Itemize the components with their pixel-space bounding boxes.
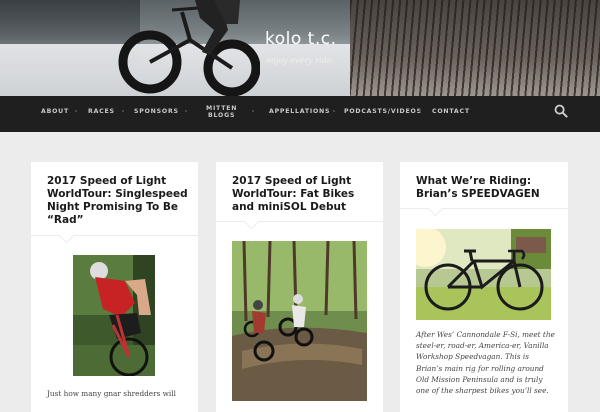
post-title[interactable]: What We’re Riding: Brian’s SPEEDVAGEN	[416, 175, 540, 201]
fat-bike-riders-image[interactable]	[232, 241, 367, 401]
site-header: kolo t.c. enjoy every ride.	[0, 0, 600, 96]
nav-item-contact[interactable]: CONTACT	[432, 108, 470, 115]
speedvagen-bike-image[interactable]	[416, 229, 551, 320]
post-card: 2017 Speed of Light WorldTour: Fat Bikes…	[216, 162, 383, 412]
nav-separator	[333, 110, 335, 112]
search-icon[interactable]	[554, 104, 568, 118]
nav-item-label: BLOGS	[208, 112, 236, 119]
nav-item-label: MITTEN	[206, 105, 238, 112]
nav-item-label: APPELLATIONS	[269, 108, 331, 115]
nav-separator	[185, 110, 187, 112]
post-title[interactable]: 2017 Speed of Light WorldTour: Fat Bikes…	[232, 175, 354, 214]
nav-item-label: ABOUT	[41, 108, 70, 115]
nav-item-label: SPONSORS	[134, 108, 179, 115]
nav-item-podcasts-videos[interactable]: PODCASTS/VIDEOS	[344, 108, 422, 115]
site-title[interactable]: kolo t.c.	[265, 29, 337, 49]
post-title[interactable]: 2017 Speed of Light WorldTour: Singlespe…	[47, 175, 188, 227]
nav-item-mitten-blogs[interactable]: MITTEN BLOGS	[206, 105, 237, 119]
post-excerpt: After Wes’ Cannondale F-Si, meet the ste…	[416, 330, 555, 396]
nav-item-about[interactable]: ABOUT	[41, 108, 69, 115]
card-divider-notch	[58, 227, 75, 244]
nav-item-label: PODCASTS/VIDEOS	[344, 108, 422, 115]
post-excerpt: Just how many gnar shredders will	[47, 389, 176, 398]
card-divider	[31, 235, 198, 236]
post-card: 2017 Speed of Light WorldTour: Singlespe…	[31, 162, 198, 412]
fat-bike-rider-image	[118, 0, 260, 96]
card-divider	[216, 221, 383, 222]
card-divider-notch	[427, 200, 444, 217]
nav-item-label: CONTACT	[432, 108, 470, 115]
card-divider-notch	[243, 213, 260, 230]
nav-separator	[252, 110, 254, 112]
nav-separator	[419, 110, 421, 112]
header-forest	[350, 0, 600, 96]
nav-item-appellations[interactable]: APPELLATIONS	[269, 108, 330, 115]
nav-item-sponsors[interactable]: SPONSORS	[134, 108, 179, 115]
nav-separator	[75, 110, 77, 112]
nav-separator	[122, 110, 124, 112]
nav-item-races[interactable]: RACES	[88, 108, 115, 115]
card-divider	[400, 208, 568, 209]
site-tagline: enjoy every ride.	[266, 56, 334, 65]
singlespeed-rider-image[interactable]	[73, 255, 155, 376]
post-card: What We’re Riding: Brian’s SPEEDVAGEN Af…	[400, 162, 568, 412]
nav-item-label: RACES	[88, 108, 115, 115]
